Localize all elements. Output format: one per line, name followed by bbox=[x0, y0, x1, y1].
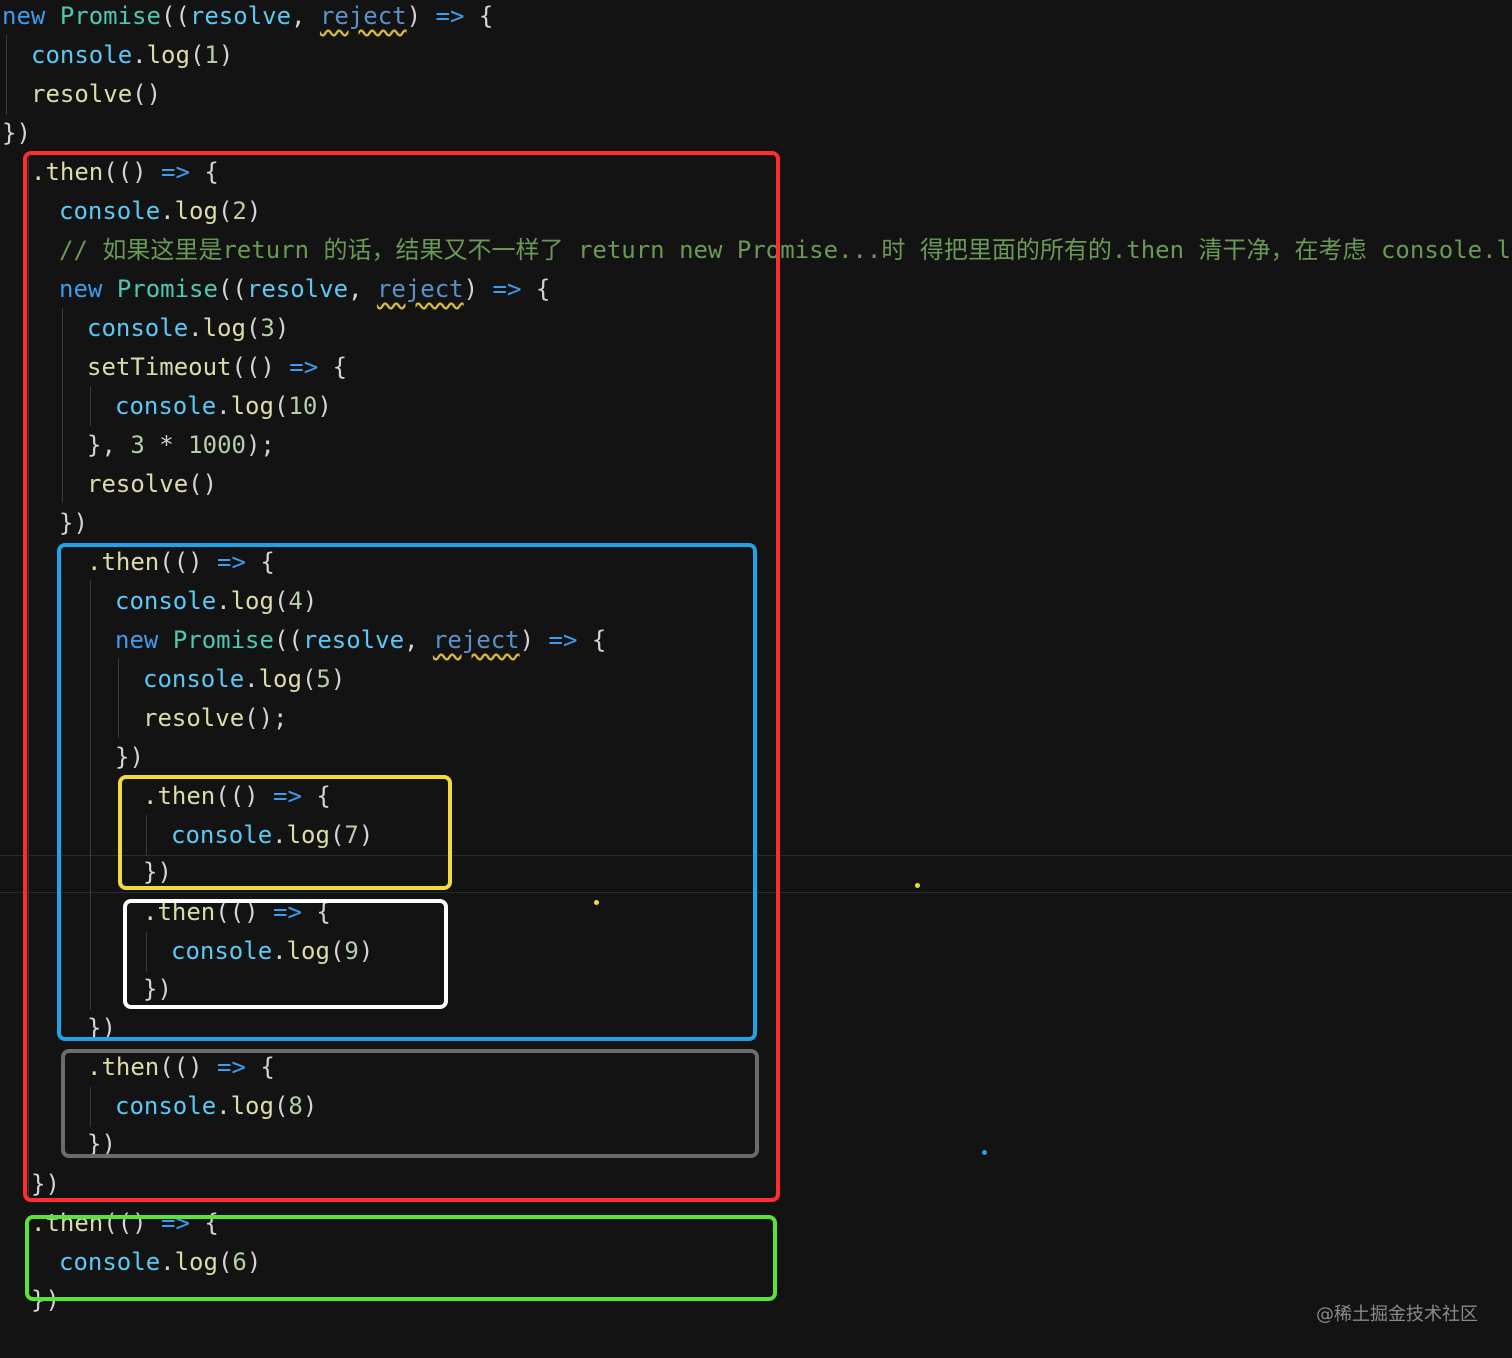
number: 1 bbox=[204, 41, 219, 69]
indent-guide bbox=[6, 35, 7, 115]
param: resolve bbox=[189, 2, 292, 30]
code-line: }) bbox=[2, 114, 31, 153]
punct: }) bbox=[2, 119, 31, 147]
keyword: new bbox=[2, 2, 46, 30]
function: resolve bbox=[31, 80, 133, 108]
gray-annotation-box bbox=[61, 1049, 759, 1158]
green-annotation-box bbox=[25, 1215, 777, 1301]
code-line: console.log(1) bbox=[31, 36, 233, 75]
punct: . bbox=[132, 41, 147, 69]
yellow-annotation-box bbox=[118, 775, 452, 890]
punct: ) bbox=[218, 41, 234, 69]
punct: () bbox=[132, 80, 162, 108]
code-editor[interactable]: new Promise((resolve, reject) => { conso… bbox=[0, 0, 1512, 1358]
arrow: => bbox=[435, 2, 465, 30]
code-line: resolve() bbox=[31, 75, 161, 114]
param-unused: reject bbox=[319, 2, 407, 30]
punct: { bbox=[464, 2, 494, 30]
function: log bbox=[146, 41, 190, 69]
class-name: Promise bbox=[59, 2, 161, 30]
watermark: @稀土掘金技术社区 bbox=[1316, 1304, 1478, 1325]
white-annotation-box bbox=[123, 899, 448, 1009]
punct: ( bbox=[189, 41, 205, 69]
punct: , bbox=[291, 2, 320, 30]
yellow-dot bbox=[594, 900, 599, 905]
punct: ) bbox=[406, 2, 436, 30]
yellow-dot bbox=[915, 883, 920, 888]
code-line: new Promise((resolve, reject) => { bbox=[2, 0, 493, 36]
punct: (( bbox=[160, 2, 190, 30]
object: console bbox=[31, 41, 133, 69]
blue-dot bbox=[982, 1150, 987, 1155]
